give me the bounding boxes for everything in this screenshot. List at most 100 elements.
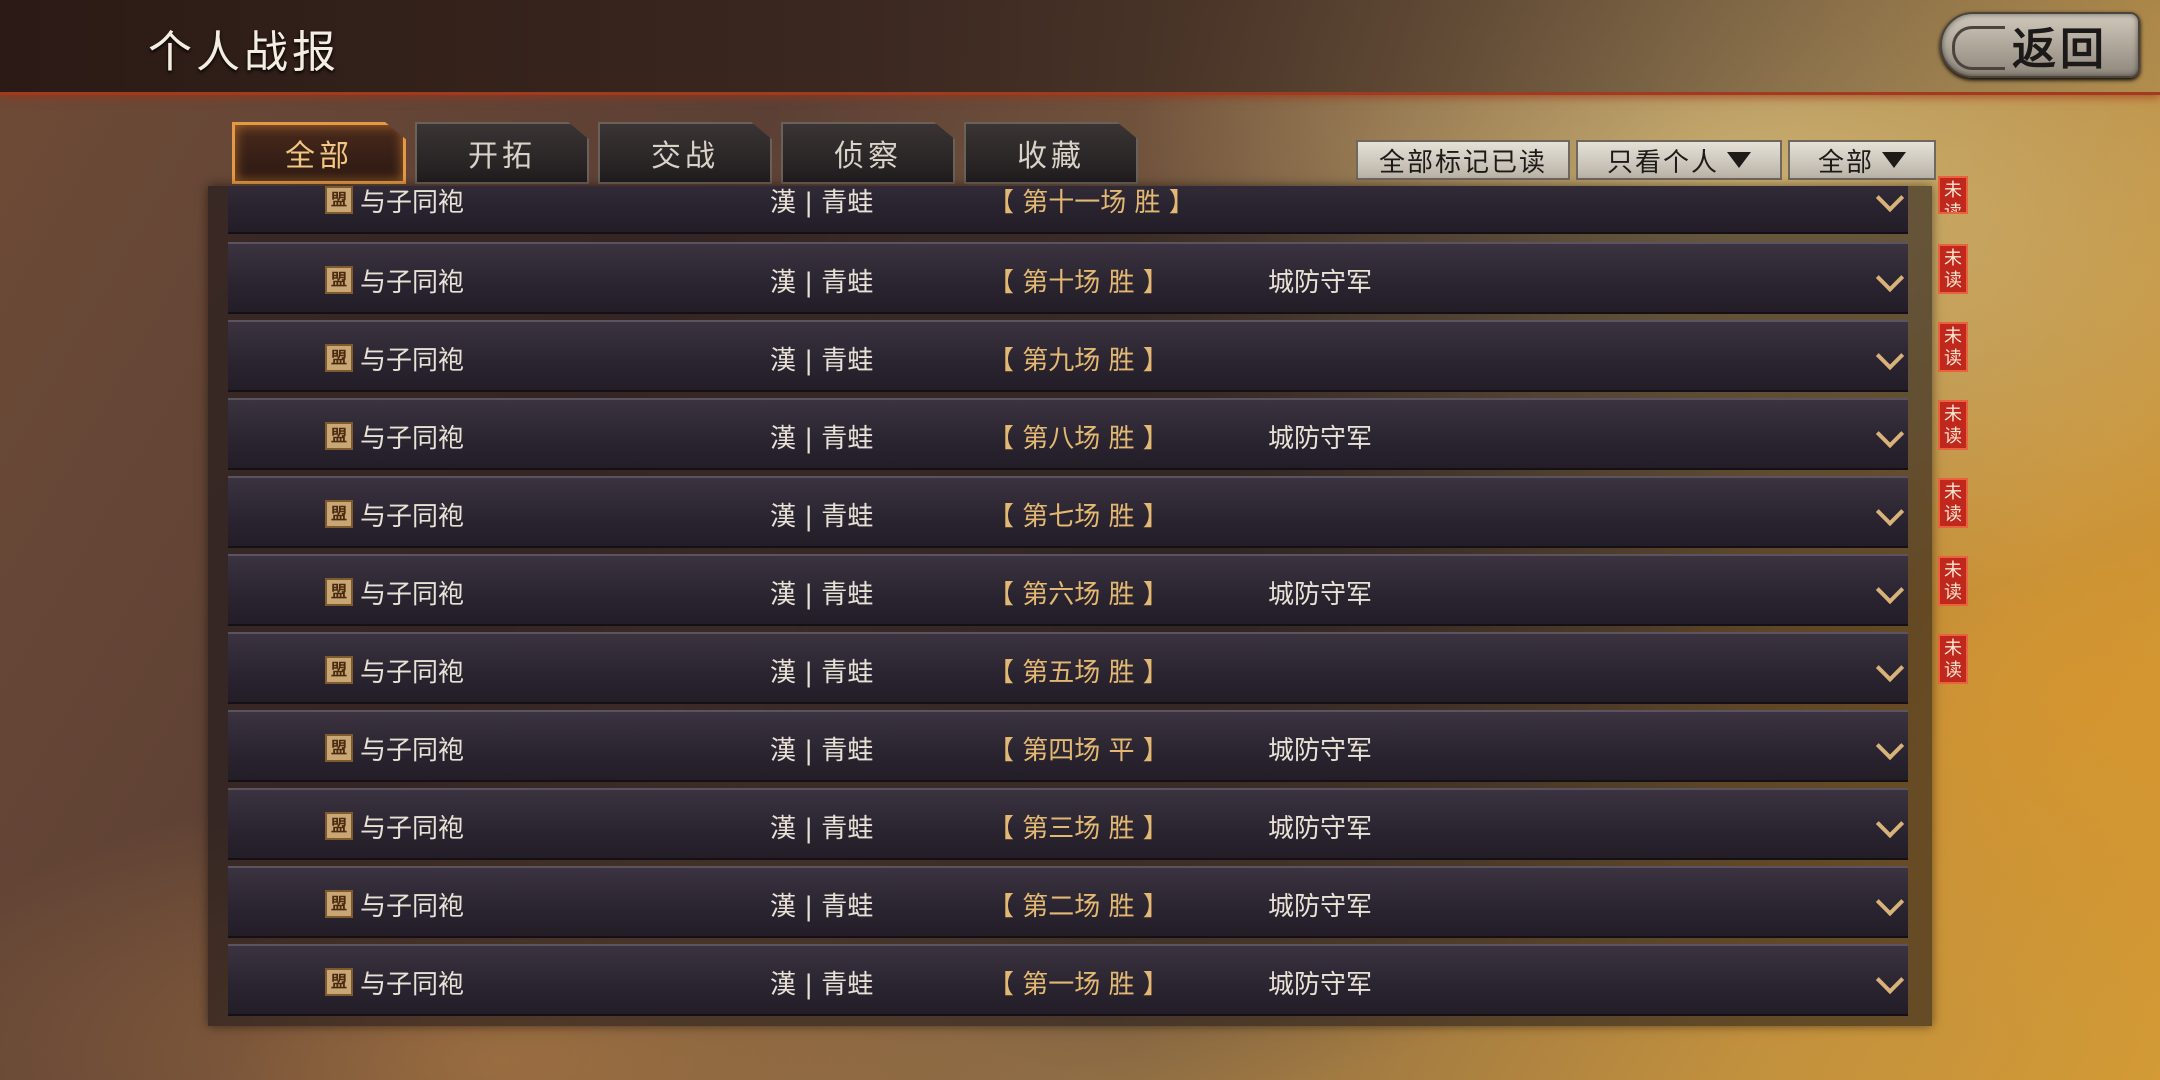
report-row[interactable]: 盟 与子同袍 漢 | 青蛙 【 第三场 胜 】 城防守军 [228, 788, 1908, 860]
row-battle: 【 第七场 胜 】 [988, 502, 1169, 532]
alliance-icon: 盟 [325, 500, 353, 528]
row-country: 漢 | 青蛙 [770, 188, 874, 218]
report-row[interactable]: 盟 与子同袍 漢 | 青蛙 【 第八场 胜 】 城防守军 [228, 398, 1908, 470]
chevron-down-icon[interactable] [1875, 887, 1905, 917]
unread-badge: 未读 [1938, 634, 1968, 684]
mark-all-read-label: 全部标记已读 [1378, 147, 1547, 178]
chevron-down-icon[interactable] [1875, 341, 1905, 371]
row-opponent: 城防守军 [1268, 268, 1373, 298]
row-country: 漢 | 青蛙 [770, 658, 874, 688]
unread-badge-char: 未 [1944, 560, 1962, 581]
unread-badge: 未读 [1938, 556, 1968, 606]
alliance-icon: 盟 [325, 812, 353, 840]
row-name: 与子同袍 [360, 970, 465, 1000]
filter-all-label: 全部 [1817, 147, 1874, 178]
alliance-icon: 盟 [325, 968, 353, 996]
chevron-down-icon[interactable] [1875, 653, 1905, 683]
unread-badge-char: 未 [1944, 180, 1962, 201]
unread-badge-char: 读 [1944, 348, 1962, 369]
alliance-icon: 盟 [325, 422, 353, 450]
tab-all[interactable]: 全部 [232, 122, 406, 184]
chevron-down-icon[interactable] [1875, 419, 1905, 449]
row-battle: 【 第九场 胜 】 [988, 346, 1169, 376]
chevron-down-icon[interactable] [1875, 575, 1905, 605]
unread-badge-text: 未读 [1940, 248, 1966, 292]
tab-combat[interactable]: 交战 [598, 122, 772, 184]
row-name: 与子同袍 [360, 580, 465, 610]
row-opponent: 城防守军 [1268, 970, 1373, 1000]
row-name: 与子同袍 [360, 346, 465, 376]
alliance-icon: 盟 [325, 266, 353, 294]
row-opponent: 城防守军 [1268, 736, 1373, 766]
unread-badge-char: 未 [1944, 404, 1962, 425]
alliance-icon: 盟 [325, 578, 353, 606]
row-country: 漢 | 青蛙 [770, 814, 874, 844]
filter-personal-dropdown[interactable]: 只看个人 [1576, 140, 1782, 180]
row-country: 漢 | 青蛙 [770, 580, 874, 610]
back-button[interactable]: 返回 [1940, 12, 2140, 78]
chevron-down-icon[interactable] [1875, 263, 1905, 293]
row-country: 漢 | 青蛙 [770, 346, 874, 376]
mark-all-read-button[interactable]: 全部标记已读 [1356, 140, 1570, 180]
unread-badge: 未读 [1938, 176, 1968, 214]
unread-badge-text: 未读 [1940, 638, 1966, 682]
unread-badge: 未读 [1938, 400, 1968, 450]
unread-badge-text: 未读 [1940, 560, 1966, 604]
filter-all-dropdown[interactable]: 全部 [1788, 140, 1936, 180]
report-row[interactable]: 盟 与子同袍 漢 | 青蛙 【 第六场 胜 】 城防守军 [228, 554, 1908, 626]
unread-badge-text: 未读 [1940, 404, 1966, 448]
report-row[interactable]: 盟 与子同袍 漢 | 青蛙 【 第十场 胜 】 城防守军 [228, 242, 1908, 314]
row-battle: 【 第五场 胜 】 [988, 658, 1169, 688]
row-name: 与子同袍 [360, 658, 465, 688]
report-row[interactable]: 盟 与子同袍 漢 | 青蛙 【 第五场 胜 】 [228, 632, 1908, 704]
row-battle: 【 第四场 平 】 [988, 736, 1169, 766]
unread-badge-char: 读 [1944, 426, 1962, 447]
report-list[interactable]: 盟 与子同袍 漢 | 青蛙 【 第十一场 胜 】 盟 与子同袍 漢 | 青蛙 【… [208, 186, 1932, 1026]
unread-badge: 未读 [1938, 244, 1968, 294]
dropdown-arrow-icon [1882, 152, 1906, 168]
unread-badge-char: 读 [1944, 202, 1962, 214]
row-name: 与子同袍 [360, 268, 465, 298]
report-row[interactable]: 盟 与子同袍 漢 | 青蛙 【 第七场 胜 】 [228, 476, 1908, 548]
unread-badge-text: 未读 [1940, 482, 1966, 526]
row-name: 与子同袍 [360, 188, 465, 218]
row-country: 漢 | 青蛙 [770, 424, 874, 454]
row-opponent: 城防守军 [1268, 814, 1373, 844]
alliance-icon: 盟 [325, 656, 353, 684]
row-name: 与子同袍 [360, 424, 465, 454]
report-row[interactable]: 盟 与子同袍 漢 | 青蛙 【 第四场 平 】 城防守军 [228, 710, 1908, 782]
back-ornament-icon [1952, 26, 2005, 70]
row-name: 与子同袍 [360, 892, 465, 922]
row-battle: 【 第八场 胜 】 [988, 424, 1169, 454]
chevron-down-icon[interactable] [1875, 965, 1905, 995]
tab-favorites[interactable]: 收藏 [964, 122, 1138, 184]
report-row[interactable]: 盟 与子同袍 漢 | 青蛙 【 第一场 胜 】 城防守军 [228, 944, 1908, 1016]
row-country: 漢 | 青蛙 [770, 268, 874, 298]
row-opponent: 城防守军 [1268, 424, 1373, 454]
row-country: 漢 | 青蛙 [770, 892, 874, 922]
tab-scout[interactable]: 侦察 [781, 122, 955, 184]
filter-personal-label: 只看个人 [1606, 147, 1719, 178]
unread-badge: 未读 [1938, 322, 1968, 372]
unread-badge-char: 读 [1944, 660, 1962, 681]
chevron-down-icon[interactable] [1875, 497, 1905, 527]
chevron-down-icon[interactable] [1875, 809, 1905, 839]
unread-badge-char: 读 [1944, 582, 1962, 603]
unread-badge-char: 未 [1944, 326, 1962, 347]
row-battle: 【 第十一场 胜 】 [988, 188, 1195, 218]
report-row[interactable]: 盟 与子同袍 漢 | 青蛙 【 第九场 胜 】 [228, 320, 1908, 392]
page-title: 个人战报 [148, 27, 340, 78]
chevron-down-icon[interactable] [1875, 186, 1905, 213]
unread-badge-char: 未 [1944, 248, 1962, 269]
row-country: 漢 | 青蛙 [770, 970, 874, 1000]
tab-explore[interactable]: 开拓 [415, 122, 589, 184]
row-battle: 【 第二场 胜 】 [988, 892, 1169, 922]
report-row[interactable]: 盟 与子同袍 漢 | 青蛙 【 第二场 胜 】 城防守军 [228, 866, 1908, 938]
unread-badge-text: 未读 [1940, 180, 1966, 214]
chevron-down-icon[interactable] [1875, 731, 1905, 761]
unread-badge: 未读 [1938, 478, 1968, 528]
row-name: 与子同袍 [360, 502, 465, 532]
alliance-icon: 盟 [325, 186, 353, 214]
report-row[interactable]: 盟 与子同袍 漢 | 青蛙 【 第十一场 胜 】 [228, 186, 1908, 234]
unread-badge-text: 未读 [1940, 326, 1966, 370]
